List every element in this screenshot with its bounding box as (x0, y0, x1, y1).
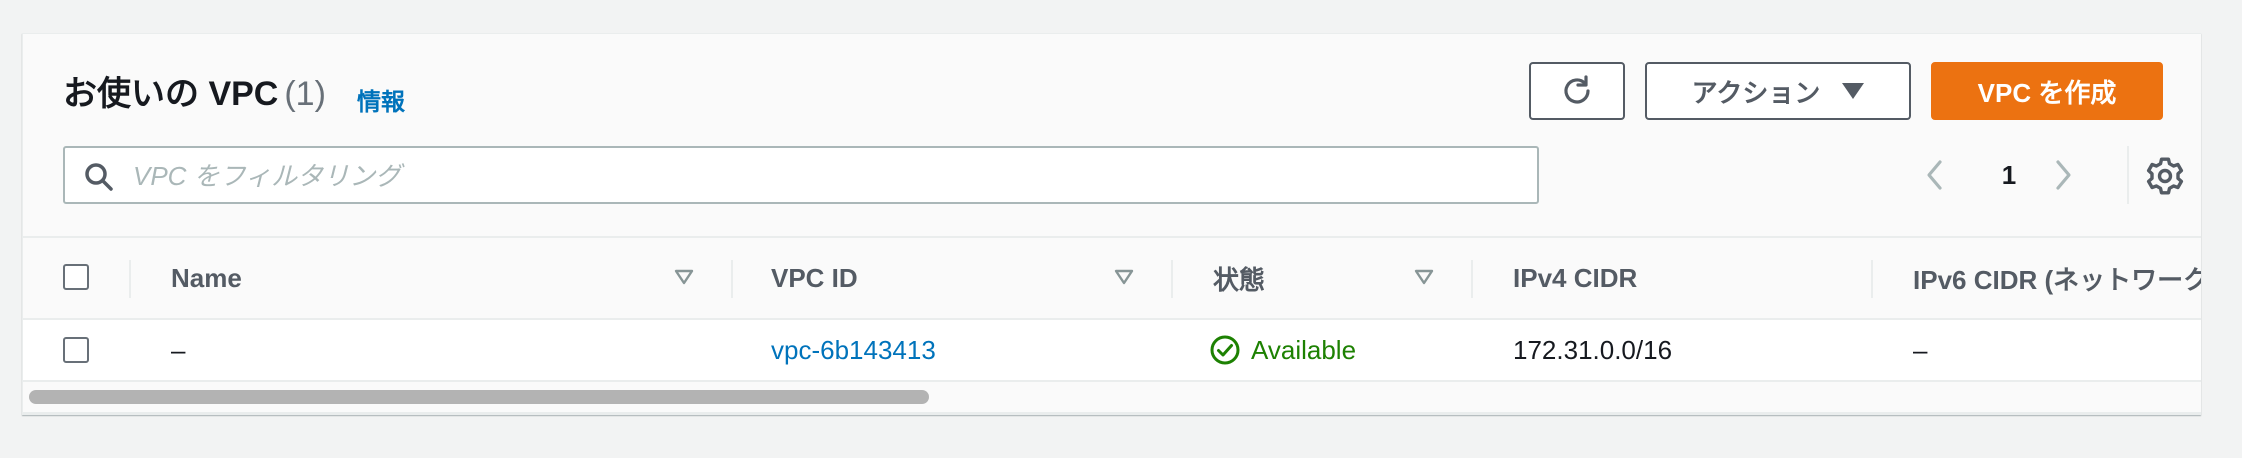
page-title: お使いの VPC (1) (63, 72, 326, 116)
pager-divider (2127, 146, 2129, 204)
table-header-row: Name VPC ID 状態 IPv4 CIDR IPv6 CIDR (ネットワ… (23, 236, 2201, 320)
check-circle-icon (1210, 335, 1240, 365)
status-text: Available (1251, 334, 1357, 365)
chevron-left-icon (1927, 160, 1942, 190)
column-divider (1171, 260, 1173, 298)
vpc-table-clip: お使いの VPC (1) 情報 アクション VPC を作成 VPC をフィルタリ… (23, 34, 2201, 414)
caret-down-icon (1842, 83, 1865, 99)
previous-page-button[interactable] (1923, 152, 1959, 198)
refresh-button[interactable] (1529, 62, 1625, 120)
column-header-vpc-id[interactable]: VPC ID (771, 238, 858, 318)
cell-ipv6-cidr: – (1913, 334, 1928, 365)
gear-icon[interactable] (2143, 154, 2187, 198)
column-divider (1471, 260, 1473, 298)
refresh-icon (1564, 75, 1590, 104)
column-divider (1871, 260, 1873, 298)
create-vpc-button[interactable]: VPC を作成 (1931, 62, 2163, 120)
cell-status: Available (1209, 320, 1356, 380)
cell-ipv4-cidr: 172.31.0.0/16 (1513, 334, 1673, 365)
actions-label: アクション (1691, 77, 1821, 108)
search-icon (85, 163, 113, 191)
panel-bottom-border (23, 412, 2201, 414)
search-input[interactable] (131, 148, 1515, 204)
sort-icon[interactable] (1113, 266, 1135, 288)
title-text: お使いの VPC (63, 75, 279, 113)
column-divider (731, 260, 733, 298)
vpc-count: (1) (284, 75, 326, 113)
next-page-button[interactable] (2051, 152, 2087, 198)
select-all-checkbox[interactable] (63, 264, 89, 290)
chevron-right-icon (2056, 160, 2071, 190)
sort-icon[interactable] (1413, 266, 1435, 288)
column-header-ipv4-cidr[interactable]: IPv4 CIDR (1513, 238, 1637, 318)
horizontal-scrollbar[interactable] (29, 390, 929, 404)
column-divider (129, 260, 131, 298)
create-vpc-label: VPC を作成 (1977, 77, 2117, 108)
vpc-table-container: お使いの VPC (1) 情報 アクション VPC を作成 VPC をフィルタリ… (22, 33, 2201, 415)
actions-dropdown-button[interactable]: アクション (1645, 62, 1911, 120)
cell-vpc-id-link[interactable]: vpc-6b143413 (771, 320, 936, 380)
table-header-area: お使いの VPC (1) 情報 アクション VPC を作成 VPC をフィルタリ… (23, 34, 2201, 236)
cell-name: – (171, 334, 186, 365)
table-row[interactable]: – vpc-6b143413 Available 172.31.0.0/16 – (23, 320, 2201, 382)
column-header-status[interactable]: 状態 (1213, 238, 1265, 318)
vpc-filter-field[interactable] (63, 146, 1539, 204)
column-header-name[interactable]: Name (171, 238, 242, 318)
page-number-1[interactable]: 1 (1989, 152, 2029, 198)
column-header-ipv6-cidr[interactable]: IPv6 CIDR (ネットワーク (1913, 238, 2201, 318)
info-link[interactable]: 情報 (357, 82, 405, 117)
sort-icon[interactable] (673, 266, 695, 288)
row-select-checkbox[interactable] (63, 337, 89, 363)
